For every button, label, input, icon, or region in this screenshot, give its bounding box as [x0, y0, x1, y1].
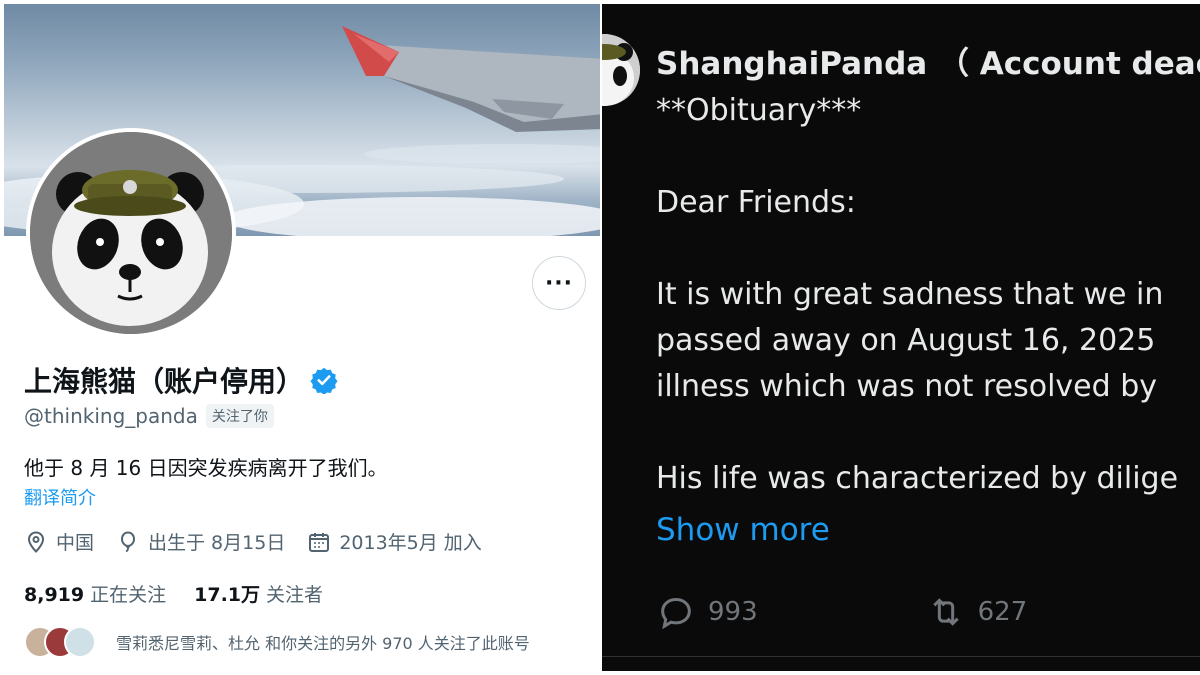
post-text: **Obituary*** Dear Friends: It is with g… [656, 93, 1179, 496]
balloon-icon [121, 530, 136, 552]
following-link[interactable]: 8,919 正在关注 [24, 580, 166, 607]
follows-you-badge: 关注了你 [205, 404, 274, 428]
bio: 他于 8 月 16 日因突发疾病离开了我们。 [24, 456, 388, 480]
panda-avatar-image [30, 132, 232, 334]
followed-by-text: 雪莉悉尼雪莉、杜允 和你关注的另外 970 人关注了此账号 [116, 634, 530, 653]
avatar [64, 626, 96, 658]
follow-stats: 8,919 正在关注 17.1万 关注者 [24, 580, 323, 607]
profile-avatar[interactable] [26, 128, 236, 338]
translate-bio-link[interactable]: 翻译简介 [24, 484, 96, 510]
following-count: 8,919 [24, 584, 85, 606]
display-name: 上海熊猫（账户停用） [24, 360, 338, 400]
post-panel: ShanghaiPanda （ Account deac **Obituary*… [602, 4, 1200, 671]
post-author-name[interactable]: ShanghaiPanda （ Account deac [656, 38, 1200, 83]
profile-meta: 中国 出生于 8月15日 2013年5月 加入 [24, 528, 504, 555]
handle: @thinking_panda [24, 404, 198, 428]
location-pin-icon [27, 530, 45, 553]
handle-row: @thinking_panda 关注了你 [24, 404, 274, 428]
location-text: 中国 [56, 532, 95, 554]
followed-by-row[interactable]: 雪莉悉尼雪莉、杜允 和你关注的另外 970 人关注了此账号 [24, 626, 530, 658]
repost-icon [932, 598, 959, 626]
show-more-link[interactable]: Show more [656, 512, 830, 548]
followed-by-avatars [24, 626, 96, 658]
joined-text: 2013年5月 加入 [339, 532, 482, 554]
repost-button[interactable]: 627 [926, 592, 1028, 632]
post-author-avatar[interactable] [602, 34, 640, 106]
more-options-button[interactable]: ··· [532, 256, 586, 310]
divider [602, 656, 1200, 657]
verified-badge-icon[interactable] [310, 366, 338, 394]
location-item: 中国 [24, 528, 94, 555]
followers-count: 17.1万 [194, 584, 261, 606]
post-actions: 993 627 [656, 592, 1027, 632]
reply-icon [661, 597, 691, 630]
calendar-icon [309, 532, 330, 552]
birthday-text: 出生于 8月15日 [148, 532, 286, 554]
reply-button[interactable]: 993 [656, 592, 758, 632]
more-icon: ··· [544, 270, 574, 296]
followers-label: 关注者 [266, 584, 324, 606]
reply-count: 993 [708, 597, 758, 627]
repost-count: 627 [977, 597, 1028, 627]
followers-link[interactable]: 17.1万 关注者 [194, 580, 323, 607]
birthday-item: 出生于 8月15日 [116, 528, 285, 555]
panda-avatar-image [602, 34, 640, 106]
joined-item: 2013年5月 加入 [307, 528, 482, 555]
display-name-text: 上海熊猫（账户停用） [24, 365, 305, 398]
following-label: 正在关注 [90, 584, 167, 606]
profile-panel: ··· 上海熊猫（账户停用） @thinking_panda 关注了你 他于 8… [0, 0, 600, 675]
